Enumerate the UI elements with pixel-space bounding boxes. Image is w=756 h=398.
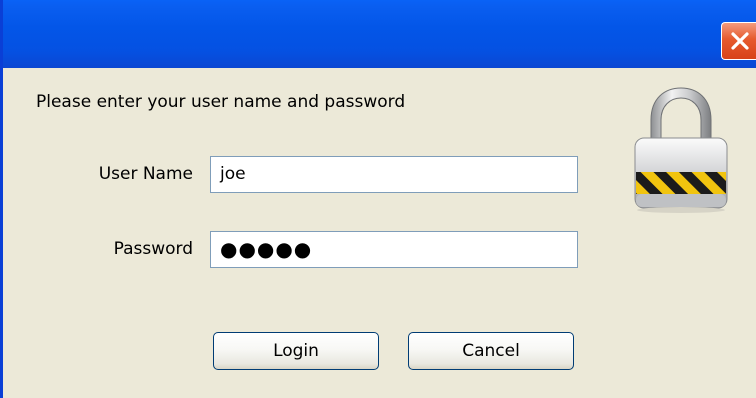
username-field[interactable]: joe bbox=[210, 156, 578, 193]
cancel-button[interactable]: Cancel bbox=[408, 332, 574, 370]
title-bar[interactable] bbox=[3, 0, 756, 68]
login-button[interactable]: Login bbox=[213, 332, 379, 370]
prompt-text: Please enter your user name and password bbox=[36, 92, 406, 112]
password-label: Password bbox=[113, 239, 193, 259]
login-dialog-window: Please enter your user name and password… bbox=[0, 0, 756, 398]
close-icon bbox=[731, 32, 749, 50]
password-field[interactable]: ●●●●● bbox=[210, 231, 578, 268]
username-label: User Name bbox=[98, 164, 193, 184]
padlock-icon bbox=[634, 87, 728, 213]
close-button[interactable] bbox=[721, 22, 756, 60]
